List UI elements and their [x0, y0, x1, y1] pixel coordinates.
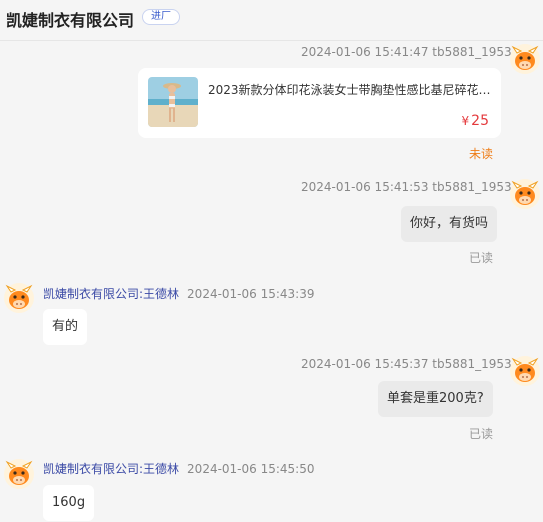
beach-model-photo-icon: [148, 77, 198, 127]
message-time: 2024-01-06 15:43:39: [187, 287, 315, 301]
product-card[interactable]: 2023新款分体印花泳装女士带胸垫性感比基尼碎花B... ¥25: [138, 68, 501, 138]
sender-name[interactable]: 凯婕制衣有限公司:王德林: [43, 462, 179, 476]
message-meta: 凯婕制衣有限公司:王德林 2024-01-06 15:45:50: [43, 460, 315, 477]
seller-avatar-cow-icon[interactable]: [4, 459, 34, 489]
message-bubble[interactable]: 单套是重200克?: [378, 381, 493, 417]
price-value: 25: [471, 113, 489, 129]
read-status: 已读: [469, 251, 494, 265]
message-meta: 2024-01-06 15:45:37 tb5881_1953: [301, 357, 512, 371]
message-meta: 凯婕制衣有限公司:王德林 2024-01-06 15:43:39: [43, 285, 315, 302]
product-price: ¥25: [462, 113, 489, 129]
read-status: 未读: [469, 147, 494, 161]
sender-name[interactable]: 凯婕制衣有限公司:王德林: [43, 287, 179, 301]
seller-avatar-cow-icon[interactable]: [4, 283, 34, 313]
message-bubble[interactable]: 160g: [43, 485, 95, 521]
currency-symbol: ¥: [461, 114, 470, 128]
message-meta: 2024-01-06 15:41:53 tb5881_1953: [301, 180, 512, 194]
message-bubble[interactable]: 有的: [43, 309, 88, 345]
read-status: 已读: [469, 427, 494, 441]
customer-avatar-cow-icon[interactable]: [510, 356, 540, 386]
product-thumbnail[interactable]: [148, 77, 198, 127]
customer-avatar-cow-icon[interactable]: [510, 179, 540, 209]
message-bubble[interactable]: 你好，有货吗: [401, 206, 498, 242]
product-title[interactable]: 2023新款分体印花泳装女士带胸垫性感比基尼碎花B...: [208, 81, 492, 98]
message-meta: 2024-01-06 15:41:47 tb5881_1953: [301, 45, 512, 59]
shop-tag-badge[interactable]: 进厂: [142, 9, 180, 25]
customer-avatar-cow-icon[interactable]: [510, 44, 540, 74]
chat-header: 凯婕制衣有限公司 进厂: [0, 0, 543, 41]
shop-name[interactable]: 凯婕制衣有限公司: [6, 7, 134, 31]
message-time: 2024-01-06 15:45:50: [187, 462, 315, 476]
